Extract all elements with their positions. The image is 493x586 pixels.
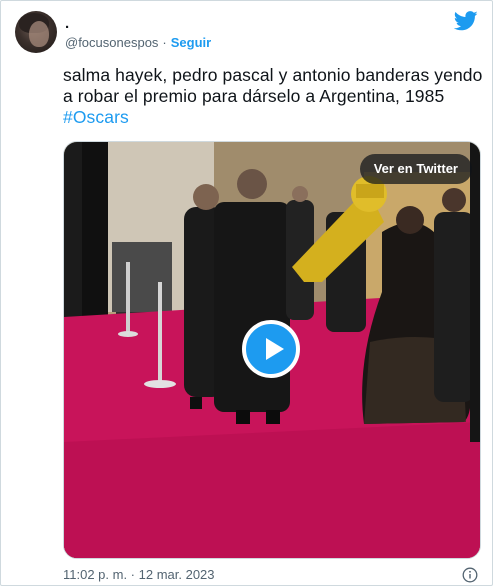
tweet-timestamp[interactable]: 11:02 p. m. · 12 mar. 2023: [63, 567, 215, 583]
avatar-face: [29, 21, 49, 47]
handle-line: @focusonespos · Seguir: [65, 35, 211, 51]
twitter-bird-icon[interactable]: [454, 11, 478, 31]
play-icon: [266, 338, 284, 360]
tweet-card: . @focusonespos · Seguir salma hayek, pedr…: [0, 0, 493, 586]
separator-dot: ·: [162, 35, 167, 50]
play-button[interactable]: [242, 320, 300, 378]
tweet-header: . @focusonespos · Seguir: [15, 11, 478, 59]
follow-button[interactable]: Seguir: [171, 35, 211, 50]
video-media[interactable]: Ver en Twitter: [63, 141, 481, 559]
avatar[interactable]: [15, 11, 57, 53]
tweet-body: salma hayek, pedro pascal y antonio band…: [63, 65, 483, 106]
ver-en-twitter-button[interactable]: Ver en Twitter: [359, 154, 472, 184]
info-icon[interactable]: [462, 567, 478, 583]
user-handle[interactable]: @focusonespos: [65, 35, 158, 50]
tweet-text: salma hayek, pedro pascal y antonio band…: [63, 65, 483, 128]
display-name[interactable]: .: [65, 15, 69, 33]
hashtag-link[interactable]: #Oscars: [63, 107, 129, 127]
